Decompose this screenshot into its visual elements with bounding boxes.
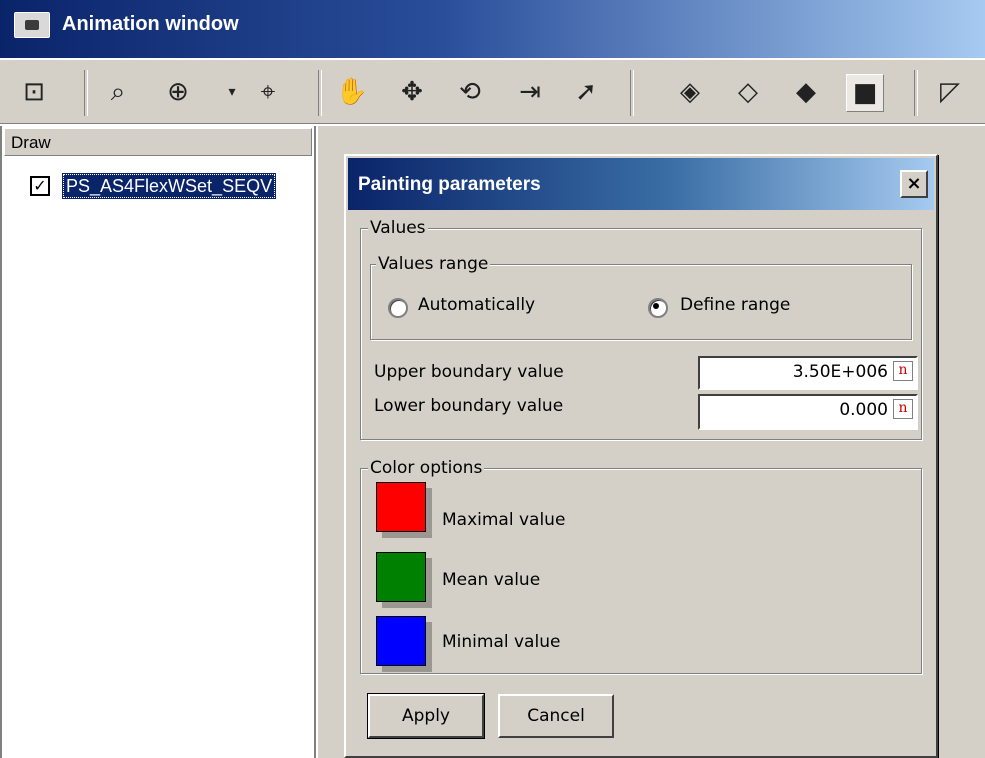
dialog-close-button[interactable]: × bbox=[900, 170, 928, 198]
window-title-bar[interactable]: Animation window bbox=[0, 0, 985, 58]
wireframe-box-icon[interactable]: ◈ bbox=[672, 74, 708, 110]
upper-boundary-input[interactable]: 3.50E+006 n bbox=[698, 356, 918, 390]
toolbar-separator bbox=[84, 70, 88, 116]
orbit-icon[interactable]: ⟲ bbox=[452, 74, 488, 110]
target-icon[interactable]: ⌖ bbox=[250, 74, 286, 110]
perspective-icon[interactable]: ◸ bbox=[932, 74, 968, 110]
toolbar-separator bbox=[914, 70, 918, 116]
dropdown-arrow-icon[interactable]: ▾ bbox=[214, 74, 250, 110]
draw-panel: Draw ✓ PS_AS4FlexWSet_SEQV bbox=[0, 126, 316, 758]
lower-boundary-input[interactable]: 0.000 n bbox=[698, 394, 918, 430]
color-options-label: Color options bbox=[368, 458, 485, 478]
rotate-icon[interactable]: ✥ bbox=[394, 74, 430, 110]
radio-automatically[interactable] bbox=[388, 298, 408, 318]
values-group-label: Values bbox=[368, 218, 428, 238]
zoom-window-icon[interactable]: ⌕ bbox=[100, 74, 136, 110]
lower-boundary-value: 0.000 bbox=[839, 400, 888, 420]
toolbar: ⊡ ⌕ ⊕ ▾ ⌖ ✋ ✥ ⟲ ⇥ ➚ ◈ ◇ ◆ ■ ◸ bbox=[0, 60, 985, 124]
apply-button[interactable]: Apply bbox=[367, 693, 485, 739]
pan-hand-icon[interactable]: ✋ bbox=[334, 74, 370, 110]
hidden-line-box-icon[interactable]: ◇ bbox=[730, 74, 766, 110]
parameter-marker-icon[interactable]: n bbox=[893, 361, 913, 381]
move-icon[interactable]: ⇥ bbox=[512, 74, 548, 110]
solid-box-icon[interactable]: ■ bbox=[846, 74, 884, 112]
window-app-icon bbox=[14, 12, 50, 38]
upper-boundary-label: Upper boundary value bbox=[374, 362, 564, 382]
minimal-color-swatch[interactable] bbox=[376, 616, 426, 666]
zoom-region-icon[interactable]: ⊕ bbox=[160, 74, 196, 110]
lower-boundary-label: Lower boundary value bbox=[374, 396, 564, 416]
dialog-title-bar[interactable]: Painting parameters × bbox=[348, 158, 934, 210]
toolbar-separator bbox=[318, 70, 322, 116]
draw-panel-header[interactable]: Draw bbox=[4, 128, 312, 156]
window-title: Animation window bbox=[62, 13, 239, 35]
mean-value-label: Mean value bbox=[442, 570, 541, 590]
upper-boundary-value: 3.50E+006 bbox=[792, 362, 888, 382]
cancel-button[interactable]: Cancel bbox=[498, 694, 614, 738]
maximal-value-label: Maximal value bbox=[442, 510, 566, 530]
radio-define-range-label[interactable]: Define range bbox=[680, 295, 790, 315]
shaded-box-icon[interactable]: ◆ bbox=[788, 74, 824, 110]
mean-color-swatch[interactable] bbox=[376, 552, 426, 602]
layer-item-label[interactable]: PS_AS4FlexWSet_SEQV bbox=[62, 173, 277, 199]
parameter-marker-icon[interactable]: n bbox=[893, 399, 913, 419]
maximal-color-swatch[interactable] bbox=[376, 482, 426, 532]
dialog-title: Painting parameters bbox=[358, 174, 541, 195]
layer-checkbox[interactable]: ✓ bbox=[30, 176, 50, 196]
radio-selected-dot bbox=[653, 303, 659, 309]
radio-automatically-label[interactable]: Automatically bbox=[418, 295, 535, 315]
painting-parameters-dialog: Painting parameters × Values Values rang… bbox=[344, 154, 938, 758]
radio-define-range[interactable] bbox=[648, 298, 668, 318]
minimal-value-label: Minimal value bbox=[442, 632, 561, 652]
camera-icon[interactable]: ⊡ bbox=[16, 74, 52, 110]
select-cursor-icon[interactable]: ➚ bbox=[568, 74, 604, 110]
values-range-label: Values range bbox=[376, 254, 491, 274]
toolbar-separator bbox=[630, 70, 634, 116]
